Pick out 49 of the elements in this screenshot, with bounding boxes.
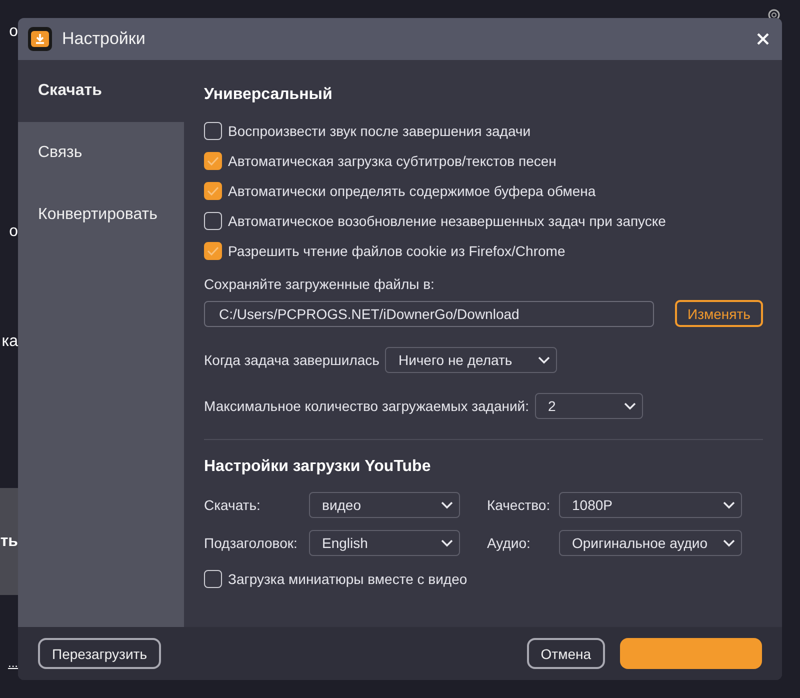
field-label: Аудио: — [487, 535, 532, 551]
dropdown[interactable]: English — [309, 530, 460, 556]
change-button[interactable]: Изменять — [675, 300, 763, 327]
background-text: ... — [6, 655, 18, 671]
background-text: о — [8, 222, 18, 242]
field-label: Максимальное количество загружаемых заданий: — [204, 398, 530, 414]
reset-button[interactable]: Перезагрузить — [38, 638, 161, 669]
chevron-down-icon — [624, 402, 636, 410]
chevron-down-icon — [538, 356, 550, 364]
option-label: Разрешить чтение файлов cookie из Firefox/Chrome — [228, 243, 566, 259]
option-label: Загрузка миниатюры вместе с видео — [228, 571, 468, 587]
window-title: Настройки — [62, 29, 146, 49]
checkbox[interactable] — [204, 212, 222, 230]
dropdown[interactable]: 2 — [535, 393, 644, 419]
checkbox[interactable] — [204, 122, 222, 140]
cancel-button[interactable]: Отмена — [526, 638, 605, 669]
checkmark-icon — [207, 246, 219, 256]
field-label: Когда задача завершилась — [204, 352, 380, 368]
option-label: Автоматическое возобновление незавершенных задач при запуске — [228, 213, 666, 229]
option-label: Автоматическая загрузка субтитров/текстов песен — [228, 153, 556, 169]
checkbox[interactable] — [204, 242, 222, 260]
background-text: ка — [0, 332, 18, 352]
background-text: о — [8, 22, 18, 42]
dropdown[interactable]: Ничего не делать — [385, 347, 558, 373]
background-text: ть — [0, 488, 18, 595]
path-field[interactable]: C:/Users/PCPROGS.NET/iDownerGo/Download — [204, 300, 654, 326]
option-label: Воспроизвести звук после завершения задачи — [228, 123, 531, 139]
section-heading: Универсальный — [204, 86, 334, 104]
checkbox[interactable] — [204, 182, 222, 200]
field-label: Качество: — [487, 497, 552, 513]
section-heading: Настройки загрузки YouTube — [204, 458, 432, 476]
checkbox[interactable] — [204, 152, 222, 170]
field-label: Сохраняйте загруженные файлы в: — [204, 276, 436, 292]
chevron-down-icon — [441, 539, 453, 547]
field-label: Скачать: — [204, 497, 262, 513]
chevron-down-icon — [723, 539, 735, 547]
checkbox[interactable] — [204, 570, 222, 588]
close-button[interactable] — [756, 32, 770, 46]
dropdown[interactable]: видео — [309, 492, 460, 518]
checkmark-icon — [207, 156, 219, 166]
dropdown[interactable]: 1080P — [559, 492, 742, 518]
checkmark-icon — [207, 186, 219, 196]
field-label: Подзаголовок: — [204, 535, 298, 551]
app-logo-icon — [28, 27, 52, 51]
chevron-down-icon — [441, 501, 453, 509]
dropdown[interactable]: Оригинальное аудио — [559, 530, 742, 556]
chevron-down-icon — [723, 501, 735, 509]
sidebar-item[interactable]: Скачать — [18, 60, 184, 122]
option-label: Автоматически определять содержимое буфера обмена — [228, 183, 596, 199]
